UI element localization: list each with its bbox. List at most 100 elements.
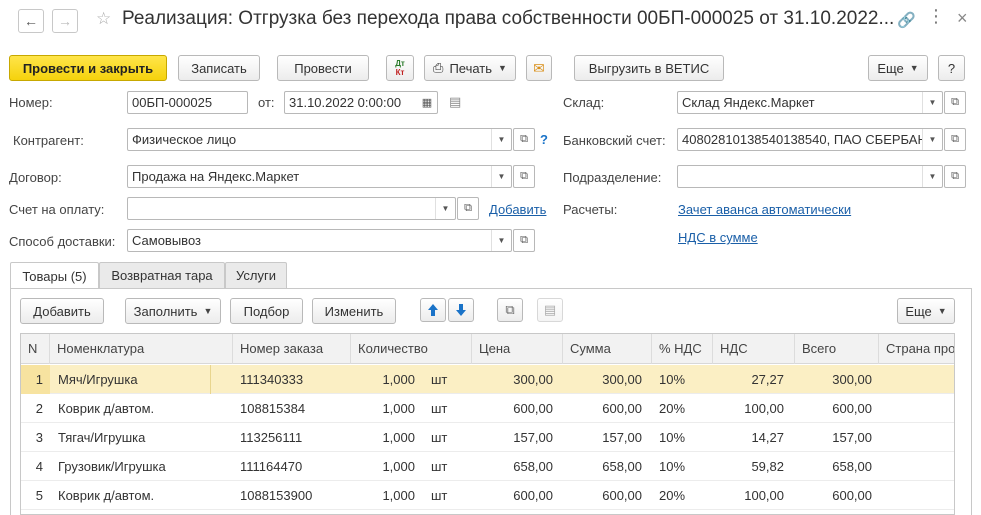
chevron-down-icon[interactable]: ▼ <box>435 198 455 219</box>
table-row[interactable]: 1 Мяч/Игрушка 111340333 1,000 шт 300,00 300,00… <box>21 365 954 394</box>
cell-sum: 600,00 <box>602 488 642 503</box>
cell-sum: 658,00 <box>602 459 642 474</box>
chevron-down-icon: ▼ <box>498 63 507 73</box>
open-counterparty-button[interactable]: ⧉ <box>513 128 535 151</box>
dt-label: Дт <box>395 59 405 68</box>
open-form-icon: ⧉ <box>951 133 959 145</box>
invoice-field[interactable]: ▼ <box>127 197 456 220</box>
delivery-value: Самовывоз <box>132 233 201 248</box>
cell-order: 113256111 <box>240 430 303 445</box>
calendar-icon[interactable]: ▦ <box>417 92 437 113</box>
tab-services[interactable]: Услуги <box>225 262 287 288</box>
chevron-down-icon[interactable]: ▼ <box>922 129 942 150</box>
help-button[interactable]: ? <box>938 55 965 81</box>
link-icon[interactable]: 🔗 <box>897 11 916 29</box>
export-vetis-button[interactable]: Выгрузить в ВЕТИС <box>574 55 724 81</box>
contract-field[interactable]: Продажа на Яндекс.Маркет ▼ <box>127 165 512 188</box>
column-header-vat-rate[interactable]: % НДС <box>652 334 713 364</box>
help-label: ? <box>947 60 956 76</box>
date-field[interactable]: 31.10.2022 0:00:00 ▦ <box>284 91 438 114</box>
tab-returnable-packaging[interactable]: Возвратная тара <box>99 262 225 288</box>
change-button[interactable]: Изменить <box>312 298 396 324</box>
settlements-link[interactable]: Зачет аванса автоматически <box>678 202 851 217</box>
cell-vat-rate: 20% <box>659 401 686 416</box>
counterparty-field[interactable]: Физическое лицо ▼ <box>127 128 512 151</box>
table-row[interactable]: 3 Тягач/Игрушка 113256111 1,000 шт 157,00 157,… <box>21 423 954 452</box>
move-up-button[interactable] <box>420 298 446 322</box>
help-mark-icon[interactable]: ? <box>540 132 548 147</box>
add-row-button[interactable]: Добавить <box>20 298 104 324</box>
date-label: от: <box>258 95 275 110</box>
back-button[interactable]: ← <box>18 9 44 33</box>
column-header-n[interactable]: N <box>21 334 50 364</box>
invoice-label: Счет на оплату: <box>9 202 105 217</box>
forward-button[interactable]: → <box>52 9 78 33</box>
cell-vat-rate: 20% <box>659 488 686 503</box>
cell-price: 157,00 <box>513 430 553 445</box>
move-down-button[interactable] <box>448 298 474 322</box>
post-label: Провести <box>294 60 352 76</box>
number-field[interactable]: 00БП-000025 <box>127 91 248 114</box>
department-label: Подразделение: <box>563 170 662 185</box>
chevron-down-icon: ▼ <box>909 63 919 73</box>
post-button[interactable]: Провести <box>277 55 369 81</box>
select-button[interactable]: Подбор <box>230 298 303 324</box>
print-button[interactable]: ⎙ Печать ▼ <box>424 55 516 81</box>
department-field[interactable]: ▼ <box>677 165 943 188</box>
printer-icon: ⎙ <box>433 60 444 75</box>
close-icon[interactable]: × <box>957 8 968 29</box>
chevron-down-icon[interactable]: ▼ <box>922 166 942 187</box>
chevron-down-icon: ▼ <box>937 306 947 316</box>
column-header-vat[interactable]: НДС <box>713 334 795 364</box>
cell-vat-rate: 10% <box>659 430 686 445</box>
add-invoice-link[interactable]: Добавить <box>489 202 546 217</box>
open-invoice-button[interactable]: ⧉ <box>457 197 479 220</box>
delivery-label: Способ доставки: <box>9 234 116 249</box>
comment-icon[interactable]: ▤ <box>449 94 461 110</box>
cell-item: Грузовик/Игрушка <box>58 459 166 474</box>
tab-goods[interactable]: Товары (5) <box>10 262 99 289</box>
more-button[interactable]: Еще ▼ <box>868 55 928 81</box>
open-bank-account-button[interactable]: ⧉ <box>944 128 966 151</box>
save-button[interactable]: Записать <box>178 55 260 81</box>
post-and-close-button[interactable]: Провести и закрыть <box>9 55 167 81</box>
column-header-order[interactable]: Номер заказа <box>233 334 351 364</box>
copy-icon: ⧉ <box>505 302 515 317</box>
cell-total: 300,00 <box>832 372 872 387</box>
more-dots-icon[interactable]: ⋮ <box>927 6 945 27</box>
cell-total: 600,00 <box>832 401 872 416</box>
dt-kt-button[interactable]: Дт Кт <box>386 55 414 81</box>
chevron-down-icon[interactable]: ▼ <box>491 129 511 150</box>
column-header-total[interactable]: Всего <box>795 334 879 364</box>
column-header-country[interactable]: Страна происхождения <box>879 334 954 364</box>
cell-price: 600,00 <box>513 401 553 416</box>
table-more-button[interactable]: Еще ▼ <box>897 298 955 324</box>
delivery-field[interactable]: Самовывоз ▼ <box>127 229 512 252</box>
column-header-price[interactable]: Цена <box>472 334 563 364</box>
cell-unit: шт <box>431 372 448 387</box>
open-department-button[interactable]: ⧉ <box>944 165 966 188</box>
fill-button[interactable]: Заполнить ▼ <box>125 298 221 324</box>
column-header-item[interactable]: Номенклатура <box>50 334 233 364</box>
column-header-sum[interactable]: Сумма <box>563 334 652 364</box>
date-value: 31.10.2022 0:00:00 <box>289 95 402 110</box>
column-header-qty[interactable]: Количество <box>351 334 472 364</box>
warehouse-field[interactable]: Склад Яндекс.Маркет ▼ <box>677 91 943 114</box>
forward-arrow-icon: → <box>58 13 72 29</box>
paste-button[interactable]: ▤ <box>537 298 563 322</box>
star-icon[interactable]: ☆ <box>96 9 111 29</box>
chevron-down-icon[interactable]: ▼ <box>491 166 511 187</box>
table-row[interactable]: 2 Коврик д/автом. 108815384 1,000 шт 600,00 60… <box>21 394 954 423</box>
copy-button[interactable]: ⧉ <box>497 298 523 322</box>
bank-account-field[interactable]: 40802810138540138540, ПАО СБЕРБАНК ▼ <box>677 128 943 151</box>
open-delivery-button[interactable]: ⧉ <box>513 229 535 252</box>
vat-in-sum-link[interactable]: НДС в сумме <box>678 230 758 245</box>
email-button[interactable]: ✉ <box>526 55 552 81</box>
open-warehouse-button[interactable]: ⧉ <box>944 91 966 114</box>
open-contract-button[interactable]: ⧉ <box>513 165 535 188</box>
post-and-close-label: Провести и закрыть <box>22 60 154 76</box>
table-row[interactable]: 4 Грузовик/Игрушка 111164470 1,000 шт 658,00 6… <box>21 452 954 481</box>
chevron-down-icon[interactable]: ▼ <box>922 92 942 113</box>
table-row[interactable]: 5 Коврик д/автом. 1088153900 1,000 шт 600,00 6… <box>21 481 954 510</box>
chevron-down-icon[interactable]: ▼ <box>491 230 511 251</box>
